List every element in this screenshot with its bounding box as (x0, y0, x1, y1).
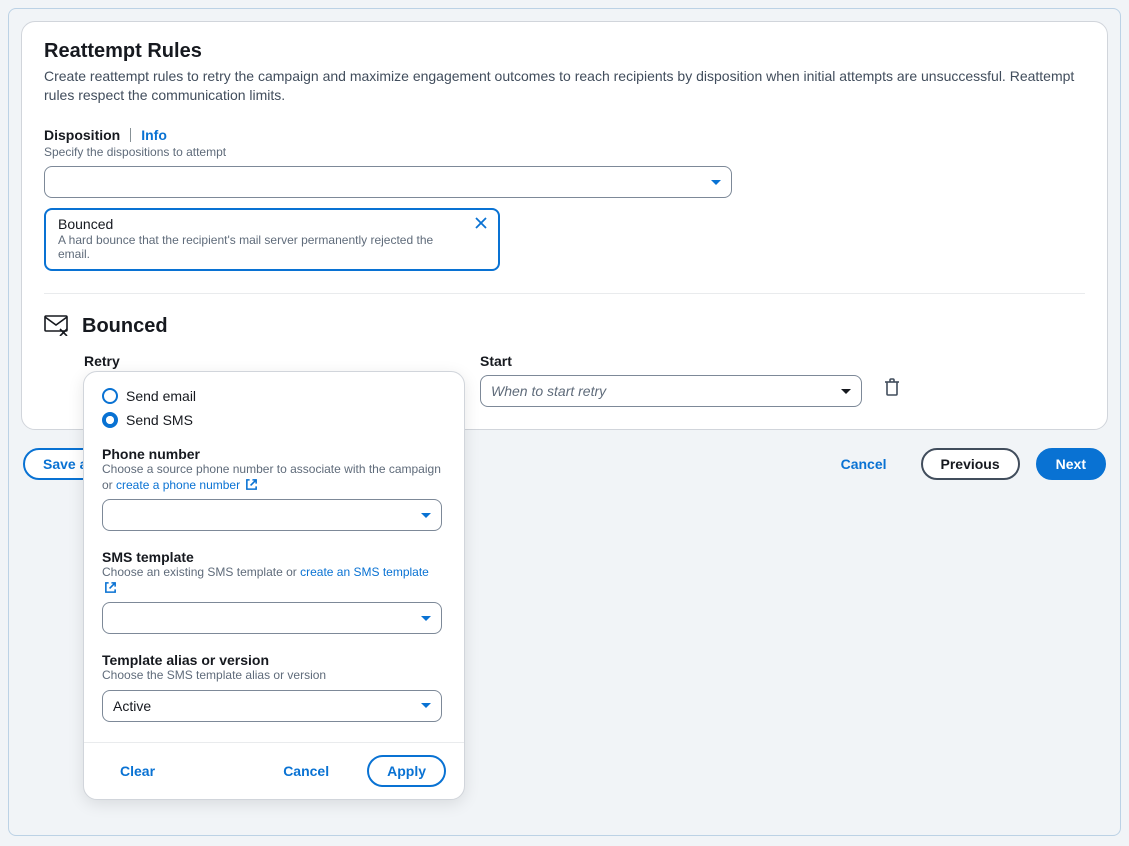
option-send-email[interactable]: Send email (102, 388, 446, 404)
start-placeholder: When to start retry (491, 383, 606, 399)
cancel-button[interactable]: Cancel (823, 450, 905, 478)
create-sms-template-link[interactable]: create an SMS template (300, 565, 429, 579)
template-alias-label: Template alias or version (102, 652, 446, 668)
previous-button[interactable]: Previous (921, 448, 1020, 480)
disposition-helper: Specify the dispositions to attempt (44, 145, 1085, 161)
start-label: Start (480, 353, 862, 369)
envelope-x-icon (44, 314, 70, 339)
phone-number-helper: Choose a source phone number to associat… (102, 462, 446, 493)
phone-number-label: Phone number (102, 446, 446, 462)
chevron-down-icon (421, 616, 431, 621)
radio-icon (102, 388, 118, 404)
page-description: Create reattempt rules to retry the camp… (44, 67, 1085, 105)
sms-template-select[interactable] (102, 602, 442, 634)
popover-cancel-button[interactable]: Cancel (265, 757, 347, 785)
tag-description: A hard bounce that the recipient's mail … (58, 233, 464, 261)
option-label: Send email (126, 388, 196, 404)
chevron-down-icon (421, 513, 431, 518)
chevron-down-icon (421, 703, 431, 708)
radio-checked-icon (102, 412, 118, 428)
sms-template-label: SMS template (102, 549, 446, 565)
template-alias-helper: Choose the SMS template alias or version (102, 668, 446, 684)
tag-title: Bounced (58, 216, 464, 232)
clear-button[interactable]: Clear (102, 757, 173, 785)
external-link-icon (245, 478, 258, 491)
option-label: Send SMS (126, 412, 193, 428)
chevron-down-icon (841, 389, 851, 394)
template-alias-value: Active (113, 698, 151, 714)
retry-popover: Send email Send SMS Phone number Choose … (83, 371, 465, 800)
next-button[interactable]: Next (1036, 448, 1106, 480)
sms-template-helper: Choose an existing SMS template or creat… (102, 565, 446, 596)
start-select[interactable]: When to start retry (480, 375, 862, 407)
disposition-select[interactable] (44, 166, 732, 198)
apply-button[interactable]: Apply (367, 755, 446, 787)
reattempt-rules-card: Reattempt Rules Create reattempt rules t… (21, 21, 1108, 430)
close-icon[interactable] (474, 216, 488, 235)
divider (130, 128, 131, 142)
retry-label: Retry (84, 353, 464, 369)
template-alias-select[interactable]: Active (102, 690, 442, 722)
chevron-down-icon (711, 180, 721, 185)
option-send-sms[interactable]: Send SMS (102, 412, 446, 428)
disposition-label: Disposition (44, 127, 120, 143)
info-link[interactable]: Info (141, 127, 167, 143)
external-link-icon (104, 581, 117, 594)
delete-button[interactable] (878, 372, 906, 405)
divider (44, 293, 1085, 294)
create-phone-number-link[interactable]: create a phone number (116, 478, 240, 492)
page-title: Reattempt Rules (44, 40, 1085, 63)
bounced-section-title: Bounced (82, 315, 168, 338)
disposition-tag-bounced: Bounced A hard bounce that the recipient… (44, 208, 500, 271)
phone-number-select[interactable] (102, 499, 442, 531)
